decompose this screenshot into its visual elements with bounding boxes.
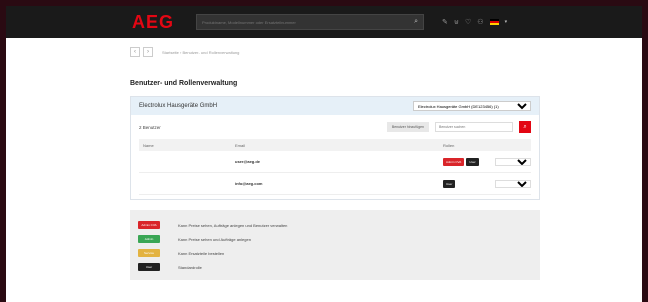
add-user-button[interactable]: Benutzer hinzufügen <box>386 122 429 132</box>
legend-description: Kann Preise sehen und Aufträge anlegen <box>178 236 251 242</box>
table-row[interactable]: user@aeg.de Admin CVA User <box>139 151 531 173</box>
role-legend: Admin CVA Kann Preise sehen, Aufträge an… <box>130 210 540 280</box>
company-name: Electrolux Hausgeräte GmbH <box>139 103 218 109</box>
user-roles: User <box>443 179 531 188</box>
user-toolbar: 2 Benutzer Benutzer hinzufügen ⌕ <box>131 115 539 139</box>
legend-item: Admin CVA Kann Preise sehen, Aufträge an… <box>138 218 532 232</box>
forward-button[interactable]: › <box>143 47 153 57</box>
german-flag-icon[interactable] <box>489 19 499 25</box>
user-search-input[interactable] <box>435 122 513 132</box>
breadcrumb: ‹ › Startseite › Benutzer- und Rollenver… <box>130 46 540 58</box>
table-header: Name Email Rollen <box>139 139 531 151</box>
table-row[interactable]: info@aeg.com User <box>139 173 531 195</box>
back-button[interactable]: ‹ <box>130 47 140 57</box>
company-selector[interactable]: Electrolux Hausgeräte GmbH (DE123456) (1… <box>413 101 531 111</box>
legend-description: Kann Ersatzteile bestellen <box>178 250 225 256</box>
page-frame: AEG ⌕ ✎ ⊍ ♡ ⚇ ▾ ‹ › Startseite › Benutze… <box>6 6 642 302</box>
search-icon: ⌕ <box>523 123 527 130</box>
legend-item: Service Kann Ersatzteile bestellen <box>138 246 532 260</box>
role-badge-user: User <box>443 179 456 188</box>
user-count: 2 Benutzer <box>139 124 161 130</box>
legend-badge: Admin CVA <box>138 221 160 229</box>
users-table: Name Email Rollen user@aeg.de Admin CVA … <box>139 139 531 195</box>
user-email: info@aeg.com <box>235 181 263 186</box>
role-select[interactable] <box>495 157 531 166</box>
main-content: ‹ › Startseite › Benutzer- und Rollenver… <box>130 46 540 280</box>
chevron-down-icon[interactable]: ▾ <box>505 19 508 25</box>
role-select[interactable] <box>495 179 531 188</box>
legend-badge: User <box>138 263 160 271</box>
breadcrumb-text[interactable]: Startseite › Benutzer- und Rollenverwalt… <box>162 50 239 55</box>
search-bar: ⌕ <box>196 14 424 30</box>
legend-description: Standardrolle <box>178 264 202 270</box>
company-card: Electrolux Hausgeräte GmbH Electrolux Ha… <box>130 96 540 200</box>
role-badge-user: User <box>466 157 479 166</box>
legend-badge: Service <box>138 249 160 257</box>
company-header: Electrolux Hausgeräte GmbH Electrolux Ha… <box>131 97 539 115</box>
pencil-icon[interactable]: ✎ <box>442 18 448 26</box>
search-input[interactable] <box>202 19 402 25</box>
legend-description: Kann Preise sehen, Aufträge anlegen und … <box>178 222 288 228</box>
cart-icon[interactable]: ⊍ <box>454 18 459 26</box>
page-title: Benutzer- und Rollenverwaltung <box>130 80 238 87</box>
legend-item: User Standardrolle <box>138 260 532 274</box>
column-header-email: Email <box>235 142 246 148</box>
user-email: user@aeg.de <box>235 159 261 164</box>
user-icon[interactable]: ⚇ <box>477 18 483 26</box>
column-header-roles: Rollen <box>443 142 455 148</box>
top-navigation-bar: AEG ⌕ ✎ ⊍ ♡ ⚇ ▾ <box>6 6 642 38</box>
legend-badge: Admin <box>138 235 160 243</box>
aeg-logo[interactable]: AEG <box>132 12 196 33</box>
heart-icon[interactable]: ♡ <box>465 18 471 26</box>
legend-item: Admin Kann Preise sehen und Aufträge anl… <box>138 232 532 246</box>
role-badge-admin-cva: Admin CVA <box>443 157 465 166</box>
user-roles: Admin CVA User <box>443 157 531 166</box>
search-button[interactable]: ⌕ <box>519 121 531 133</box>
column-header-name: Name <box>143 142 154 148</box>
header-tools: ✎ ⊍ ♡ ⚇ ▾ <box>442 18 507 26</box>
search-icon[interactable]: ⌕ <box>414 18 418 26</box>
